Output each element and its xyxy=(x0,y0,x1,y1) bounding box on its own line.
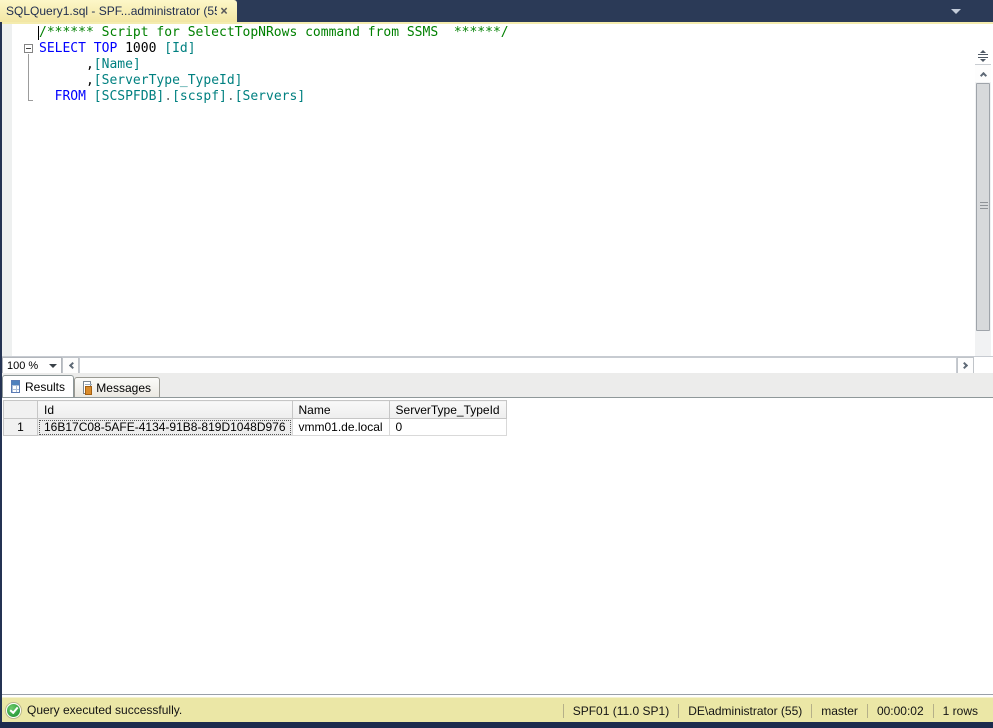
grid-cell[interactable]: 16B17C08-5AFE-4134-91B8-819D1048D976 xyxy=(38,419,293,436)
chevron-left-icon xyxy=(68,362,75,369)
code-fold-collapse-icon[interactable] xyxy=(24,44,33,53)
code-token: [SCSPFDB] xyxy=(94,89,164,104)
horizontal-scrollbar-track[interactable] xyxy=(79,357,957,374)
close-icon[interactable]: × xyxy=(217,5,231,18)
status-segment: master xyxy=(812,704,867,718)
code-fold-guide xyxy=(28,54,33,101)
status-segment: SPF01 (11.0 SP1) xyxy=(564,704,679,718)
grid-column-header[interactable]: Name xyxy=(292,401,389,419)
status-message: Query executed successfully. xyxy=(27,703,182,717)
code-token: [Id] xyxy=(164,41,195,56)
grid-column-header[interactable]: Id xyxy=(38,401,293,419)
grid-row-number[interactable]: 1 xyxy=(4,419,38,436)
code-line[interactable]: FROM [SCSPFDB].[scspf].[Servers] xyxy=(39,89,509,105)
code-token: /****** Script for SelectTopNRows comman… xyxy=(39,25,509,40)
tab-results[interactable]: Results xyxy=(2,375,74,397)
code-token: SELECT xyxy=(39,41,86,56)
document-tab-title: SQLQuery1.sql - SPF...administrator (55)… xyxy=(6,4,217,18)
status-bar: Query executed successfully. SPF01 (11.0… xyxy=(0,697,993,722)
code-line[interactable]: ,[Name] xyxy=(39,57,509,73)
code-token: . xyxy=(227,89,235,104)
code-token: , xyxy=(39,73,94,88)
scroll-right-button[interactable] xyxy=(957,357,974,374)
check-circle-icon xyxy=(6,703,21,718)
code-token: 1000 xyxy=(125,41,156,56)
code-token: [scspf] xyxy=(172,89,227,104)
window-bottom-border xyxy=(0,722,993,728)
editor-selection-margin xyxy=(2,24,12,356)
grid-corner-cell[interactable] xyxy=(4,401,38,419)
tab-messages-label: Messages xyxy=(96,381,151,395)
grid-cell[interactable]: vmm01.de.local xyxy=(292,419,389,436)
tab-results-label: Results xyxy=(25,380,65,394)
document-tab[interactable]: SQLQuery1.sql - SPF...administrator (55)… xyxy=(0,0,237,22)
tab-overflow-chevron-icon[interactable] xyxy=(951,9,961,14)
code-token xyxy=(39,89,55,104)
zoom-level-value: 100 % xyxy=(7,360,38,372)
code-token: TOP xyxy=(94,41,117,56)
code-line[interactable]: SELECT TOP 1000 [Id] xyxy=(39,41,509,57)
window-left-border xyxy=(0,22,2,722)
code-token: [Name] xyxy=(94,57,141,72)
code-token: [Servers] xyxy=(235,89,305,104)
status-segment: 00:00:02 xyxy=(868,704,933,718)
code-token xyxy=(86,89,94,104)
code-line[interactable]: /****** Script for SelectTopNRows comman… xyxy=(39,25,509,41)
scroll-up-button[interactable] xyxy=(975,65,991,82)
code-token: . xyxy=(164,89,172,104)
chevron-up-icon xyxy=(979,71,986,78)
zoom-level-combobox[interactable]: 100 % xyxy=(2,357,62,374)
code-token: FROM xyxy=(55,89,86,104)
code-line[interactable]: ,[ServerType_TypeId] xyxy=(39,73,509,89)
code-token xyxy=(86,41,94,56)
splitter-handle-icon[interactable] xyxy=(975,48,991,65)
code-token: [ServerType_TypeId] xyxy=(94,73,243,88)
code-lines: /****** Script for SelectTopNRows comman… xyxy=(39,25,509,105)
status-segment: DE\administrator (55) xyxy=(679,704,811,718)
results-grid-icon xyxy=(11,380,20,393)
code-token: , xyxy=(39,57,94,72)
scroll-left-button[interactable] xyxy=(62,357,79,374)
status-segment: 1 rows xyxy=(934,704,987,718)
document-tab-bar: SQLQuery1.sql - SPF...administrator (55)… xyxy=(0,0,993,22)
chevron-right-icon xyxy=(960,362,967,369)
grid-cell[interactable]: 0 xyxy=(389,419,506,436)
vertical-scrollbar-thumb[interactable] xyxy=(976,83,990,331)
code-token xyxy=(117,41,125,56)
results-table: IdNameServerType_TypeId116B17C08-5AFE-41… xyxy=(3,400,507,436)
table-row: 116B17C08-5AFE-4134-91B8-819D1048D976vmm… xyxy=(4,419,507,436)
grid-column-header[interactable]: ServerType_TypeId xyxy=(389,401,506,419)
sql-editor[interactable]: /****** Script for SelectTopNRows comman… xyxy=(0,24,993,356)
vertical-scrollbar[interactable] xyxy=(975,48,991,380)
tab-messages[interactable]: Messages xyxy=(74,377,160,397)
combo-dropdown-icon xyxy=(49,364,57,368)
ssms-window: SQLQuery1.sql - SPF...administrator (55)… xyxy=(0,0,993,728)
results-tab-strip: Results Messages xyxy=(0,373,993,397)
editor-bottom-bar: 100 % xyxy=(0,356,993,373)
split-window-icon xyxy=(978,50,988,62)
status-right-segments: SPF01 (11.0 SP1)DE\administrator (55)mas… xyxy=(563,698,987,723)
messages-icon xyxy=(83,381,91,394)
results-grid-pane: IdNameServerType_TypeId116B17C08-5AFE-41… xyxy=(0,397,993,695)
